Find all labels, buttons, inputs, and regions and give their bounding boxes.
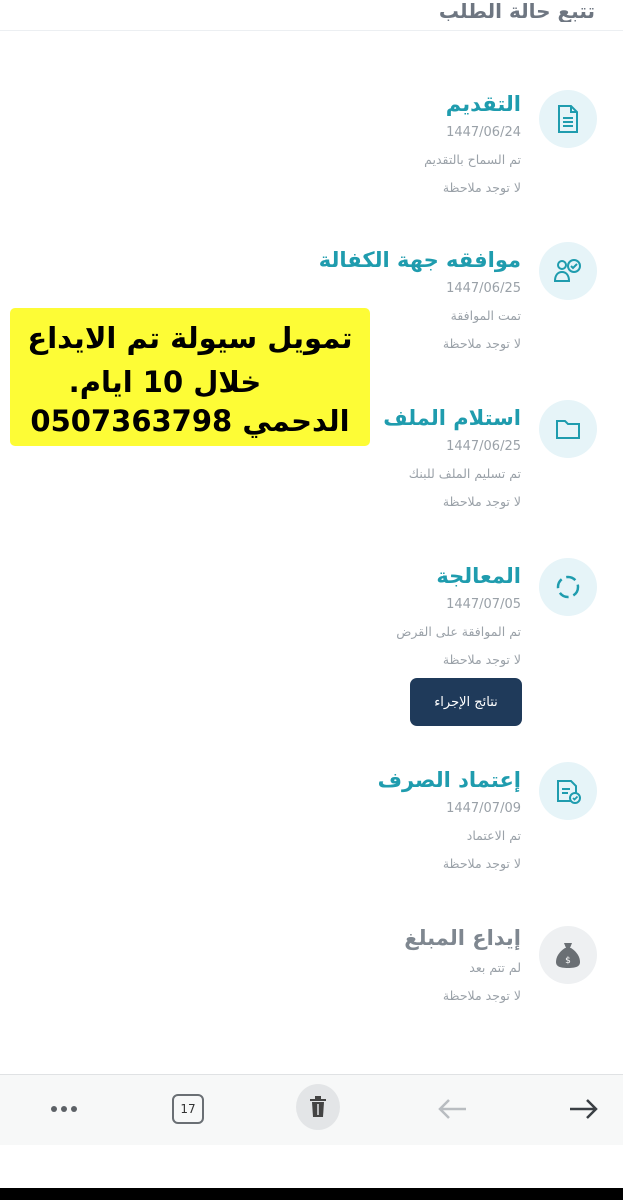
procedure-results-button[interactable]: نتائج الإجراء	[410, 678, 522, 726]
document-icon	[539, 90, 597, 148]
timeline-step-application: التقديم 1447/06/24 تم السماح بالتقديم لا…	[0, 86, 623, 226]
promo-line-2: خلال 10 ايام.	[68, 365, 262, 399]
promo-banner: تمويل سيولة تم الايداع خلال 10 ايام. الد…	[10, 308, 370, 446]
step-note: لا توجد ملاحظة	[442, 856, 521, 871]
more-options-icon[interactable]	[42, 1087, 86, 1131]
step-description: تم تسليم الملف للبنك	[408, 466, 521, 481]
trash-icon	[296, 1084, 340, 1130]
back-arrow-icon[interactable]	[430, 1087, 474, 1131]
step-note: لا توجد ملاحظة	[442, 180, 521, 195]
step-title: موافقه جهة الكفالة	[318, 248, 521, 272]
step-note: لا توجد ملاحظة	[442, 988, 521, 1003]
step-description: تم الموافقة على القرض	[396, 624, 521, 639]
timeline-step-processing: المعالجة 1447/07/05 تم الموافقة على القر…	[0, 558, 623, 698]
header: تتبع حالة الطلب	[0, 0, 623, 31]
tab-count: 17	[172, 1094, 204, 1124]
promo-line-1: تمويل سيولة تم الايداع	[27, 321, 353, 355]
tabs-button[interactable]: 17	[166, 1087, 210, 1131]
forward-arrow-icon[interactable]	[562, 1087, 606, 1131]
people-approve-icon	[539, 242, 597, 300]
step-description: لم تتم بعد	[469, 960, 521, 975]
step-note: لا توجد ملاحظة	[442, 494, 521, 509]
step-title: المعالجة	[436, 564, 521, 588]
browser-toolbar: 17	[0, 1074, 623, 1145]
approval-document-icon	[539, 762, 597, 820]
step-date: 1447/06/25	[446, 281, 521, 296]
timeline-step-disbursement-approval: إعتماد الصرف 1447/07/09 تم الاعتماد لا ت…	[0, 762, 623, 902]
step-title: التقديم	[445, 92, 521, 116]
step-date: 1447/07/05	[446, 597, 521, 612]
step-date: 1447/06/24	[446, 125, 521, 140]
step-title: إيداع المبلغ	[404, 926, 521, 950]
processing-icon	[539, 558, 597, 616]
step-description: تم السماح بالتقديم	[424, 152, 521, 167]
folder-icon	[539, 400, 597, 458]
svg-text:$: $	[565, 956, 571, 966]
promo-line-3: الدحمي 0507363798	[30, 404, 350, 438]
page-title: تتبع حالة الطلب	[438, 0, 595, 22]
step-note: لا توجد ملاحظة	[442, 652, 521, 667]
money-bag-icon: $	[539, 926, 597, 984]
delete-button[interactable]	[296, 1084, 340, 1130]
step-title: إعتماد الصرف	[377, 768, 521, 792]
step-description: تم الاعتماد	[466, 828, 521, 843]
bottom-edge	[0, 1188, 623, 1200]
timeline-step-amount-deposit: $ إيداع المبلغ لم تتم بعد لا توجد ملاحظة	[0, 920, 623, 1060]
step-date: 1447/07/09	[446, 801, 521, 816]
